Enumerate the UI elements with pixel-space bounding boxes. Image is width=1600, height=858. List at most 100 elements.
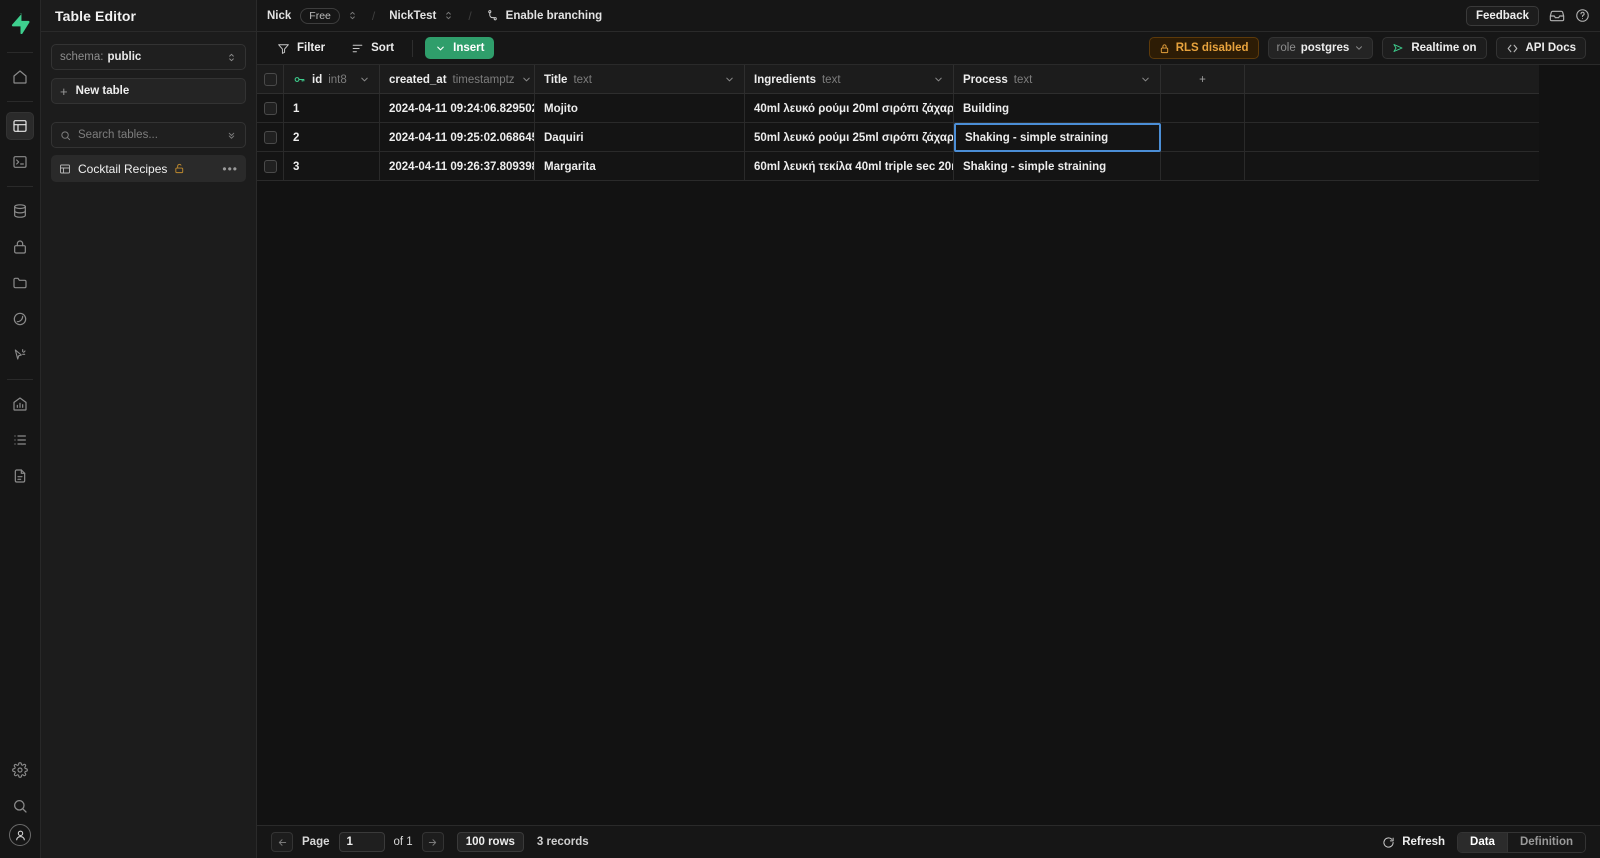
breadcrumb-project[interactable]: NickTest	[389, 10, 436, 22]
column-type: text	[573, 73, 592, 86]
next-page-button[interactable]	[421, 832, 444, 852]
rail-item-database[interactable]	[6, 197, 34, 225]
chevron-down-icon[interactable]	[1140, 74, 1151, 85]
column-header-id[interactable]: id int8	[284, 65, 380, 94]
cell-created-at[interactable]: 2024-04-11 09:25:02.068645+0	[380, 123, 535, 152]
role-selector[interactable]: role postgres	[1267, 37, 1374, 59]
cell-ingredients[interactable]: 60ml λευκή τεκίλα 40ml triple sec 20ml l…	[745, 152, 954, 181]
rail-item-home[interactable]	[6, 63, 34, 91]
chevron-down-icon[interactable]	[521, 74, 532, 85]
column-header-created-at[interactable]: created_at timestamptz	[380, 65, 535, 94]
rail-item-api-docs[interactable]	[6, 462, 34, 490]
add-column-button[interactable]: +	[1161, 65, 1245, 94]
rail-item-reports[interactable]	[6, 390, 34, 418]
grid-footer: Page 1 of 1 100 rows 3 records Refresh D…	[257, 825, 1600, 858]
help-circle-icon[interactable]	[1575, 8, 1590, 23]
list-icon	[12, 432, 28, 448]
rail-item-sql-editor[interactable]	[6, 148, 34, 176]
rail-item-project-settings[interactable]	[6, 756, 34, 784]
chevrons-down-icon[interactable]	[226, 130, 237, 141]
enable-branching-button[interactable]: Enable branching	[486, 9, 603, 22]
user-avatar-icon[interactable]	[9, 824, 31, 846]
cell-process[interactable]: Building	[954, 94, 1161, 123]
footer-right-group: Refresh Data Definition	[1382, 831, 1586, 853]
plan-badge[interactable]: Free	[300, 7, 340, 24]
supabase-logo[interactable]	[0, 6, 41, 40]
chevron-down-icon	[1354, 43, 1364, 53]
breadcrumb-org[interactable]: Nick	[267, 10, 291, 22]
new-table-button[interactable]: + New table	[51, 78, 246, 104]
cell-ingredients[interactable]: 50ml λευκό ρούμι 25ml σιρόπι ζάχαρης 25	[745, 123, 954, 152]
rail-item-storage[interactable]	[6, 269, 34, 297]
cell-tail	[1161, 123, 1245, 152]
rail-item-realtime[interactable]	[6, 341, 34, 369]
enable-branching-label: Enable branching	[505, 9, 603, 22]
table-context-menu-button[interactable]: •••	[222, 162, 238, 176]
row-checkbox[interactable]	[263, 131, 277, 144]
table-row[interactable]: 3 2024-04-11 09:26:37.809398+0 Margarita…	[257, 152, 1539, 181]
cell-process-selected[interactable]: Shaking - simple straining	[954, 123, 1161, 152]
cell-title[interactable]: Daquiri	[535, 123, 745, 152]
chevron-updown-icon	[226, 52, 237, 63]
chevron-down-icon	[435, 43, 446, 54]
schema-selector[interactable]: schema: public	[51, 44, 246, 70]
chevron-down-icon[interactable]	[724, 74, 735, 85]
cell-created-at[interactable]: 2024-04-11 09:26:37.809398+0	[380, 152, 535, 181]
rail-divider	[7, 101, 33, 102]
column-header-process[interactable]: Process text	[954, 65, 1161, 94]
previous-page-button[interactable]	[271, 832, 293, 852]
page-number-input[interactable]: 1	[338, 832, 385, 852]
refresh-button[interactable]: Refresh	[1382, 836, 1445, 849]
realtime-toggle-button[interactable]: Realtime on	[1382, 37, 1487, 59]
row-select-cell[interactable]	[257, 123, 284, 152]
cell-title[interactable]: Mojito	[535, 94, 745, 123]
terminal-icon	[12, 154, 28, 170]
row-select-cell[interactable]	[257, 152, 284, 181]
search-tables-input[interactable]: Search tables...	[51, 122, 246, 148]
cell-process[interactable]: Shaking - simple straining	[954, 152, 1161, 181]
table-row[interactable]: 2 2024-04-11 09:25:02.068645+0 Daquiri 5…	[257, 123, 1539, 152]
row-checkbox[interactable]	[263, 102, 277, 115]
chevron-updown-icon[interactable]	[443, 10, 454, 21]
select-all-checkbox[interactable]	[263, 73, 277, 86]
insert-button[interactable]: Insert	[425, 37, 495, 59]
cell-title[interactable]: Margarita	[535, 152, 745, 181]
feedback-button[interactable]: Feedback	[1465, 5, 1539, 26]
chevron-down-icon[interactable]	[933, 74, 944, 85]
cell-id[interactable]: 1	[284, 94, 380, 123]
chevron-down-icon[interactable]	[359, 74, 370, 85]
rows-per-page-selector[interactable]: 100 rows	[456, 832, 524, 852]
cell-ingredients[interactable]: 40ml λευκό ρούμι 20ml σιρόπι ζάχαρης 20	[745, 94, 954, 123]
chevron-updown-icon[interactable]	[347, 10, 358, 21]
cell-created-at[interactable]: 2024-04-11 09:24:06.829502+0	[380, 94, 535, 123]
column-type: int8	[328, 73, 347, 86]
inbox-icon[interactable]	[1549, 8, 1565, 24]
tab-definition[interactable]: Definition	[1506, 832, 1585, 852]
lock-icon	[1159, 43, 1170, 54]
api-docs-button[interactable]: API Docs	[1495, 37, 1586, 59]
rail-item-edge-functions[interactable]	[6, 305, 34, 333]
row-checkbox[interactable]	[263, 160, 277, 173]
select-all-header[interactable]	[257, 65, 284, 94]
page-title: Table Editor	[41, 0, 256, 32]
tab-data[interactable]: Data	[1458, 832, 1507, 852]
rail-item-search[interactable]	[6, 792, 34, 820]
role-label: role	[1276, 42, 1296, 54]
cell-id[interactable]: 2	[284, 123, 380, 152]
rail-item-authentication[interactable]	[6, 233, 34, 261]
sidebar-item-cocktail-recipes[interactable]: Cocktail Recipes •••	[51, 155, 246, 182]
table-row[interactable]: 1 2024-04-11 09:24:06.829502+0 Mojito 40…	[257, 94, 1539, 123]
rls-disabled-badge[interactable]: RLS disabled	[1148, 37, 1259, 59]
cell-tail	[1161, 94, 1245, 123]
code-brackets-icon	[1506, 42, 1519, 55]
cell-id[interactable]: 3	[284, 152, 380, 181]
filter-button[interactable]: Filter	[271, 39, 331, 58]
sort-button[interactable]: Sort	[345, 39, 400, 58]
role-value: postgres	[1300, 42, 1350, 54]
rail-item-logs[interactable]	[6, 426, 34, 454]
column-header-title[interactable]: Title text	[535, 65, 745, 94]
rail-item-table-editor[interactable]	[6, 112, 34, 140]
nav-rail	[0, 0, 41, 858]
row-select-cell[interactable]	[257, 94, 284, 123]
column-header-ingredients[interactable]: Ingredients text	[745, 65, 954, 94]
